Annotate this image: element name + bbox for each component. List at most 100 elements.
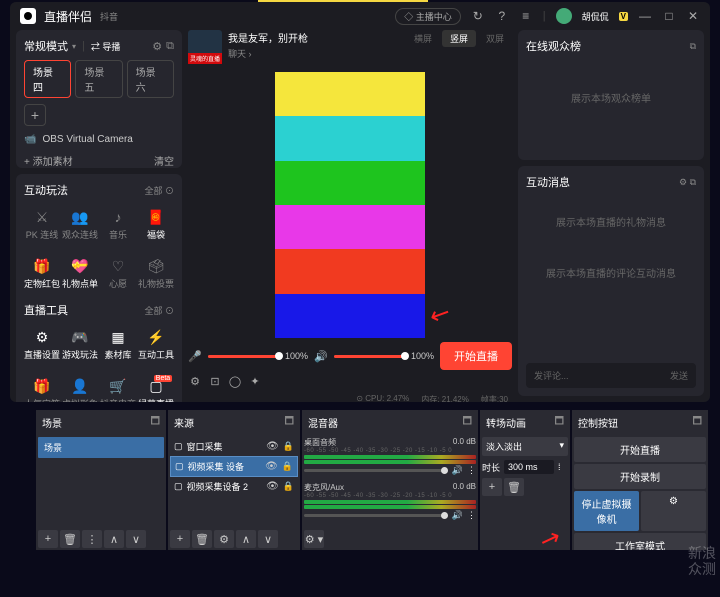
scene-down-btn[interactable]: ∨ [126, 530, 146, 548]
stream-thumbnail[interactable]: 灵魂的直播 [188, 30, 222, 64]
volume-slider[interactable] [334, 355, 405, 358]
messages-settings-icon[interactable]: ⚙ [679, 177, 687, 187]
add-src-btn[interactable]: + [170, 530, 190, 548]
popout-icon[interactable]: ⧉ [166, 40, 174, 53]
mixer-slider[interactable] [304, 514, 448, 517]
add-trans-btn[interactable]: + [482, 478, 502, 496]
grid-item[interactable]: ⚡互动工具 [138, 324, 174, 365]
src-props-btn[interactable]: ⚙ [214, 530, 234, 548]
refresh-icon[interactable]: ↻ [471, 9, 485, 23]
grid-item[interactable]: 🎁人气宝箱 [24, 373, 60, 402]
dock-icon[interactable]: 🗖 [151, 414, 161, 431]
visibility-icon[interactable]: 👁 [266, 481, 279, 492]
scene-tab-5[interactable]: 场景五 [75, 60, 122, 98]
screenshot-icon[interactable]: ⊡ [208, 374, 222, 388]
del-src-btn[interactable]: 🗑 [192, 530, 212, 548]
add-scene-button[interactable]: + [24, 104, 46, 126]
transition-select[interactable]: 淡入淡出▾ [482, 437, 568, 456]
start-stream-button[interactable]: 开始直播 [440, 342, 512, 370]
obs-studio-mode-btn[interactable]: 工作室模式 [574, 533, 706, 550]
orient-portrait[interactable]: 竖屏 [442, 30, 476, 47]
mute-icon[interactable]: 🔊 [452, 465, 463, 476]
grid-item[interactable]: 🗳礼物投票 [138, 253, 174, 294]
record-icon[interactable]: ◯ [228, 374, 242, 388]
dock-icon[interactable]: 🗖 [693, 414, 703, 431]
clear-button[interactable]: 清空 [154, 153, 174, 168]
source-item[interactable]: ▢窗口采集👁🔒 [170, 437, 298, 456]
tools-more-link[interactable]: 全部 ⊙ [144, 304, 174, 317]
obs-stop-virtualcam-btn[interactable]: 停止虚拟摄像机 [574, 491, 639, 531]
settings-icon[interactable]: ⚙ [188, 374, 202, 388]
obs-virtualcam-settings-btn[interactable]: ⚙ [641, 491, 706, 531]
source-item[interactable]: ▢视频采集 设备👁🔒 [170, 456, 298, 477]
src-down-btn[interactable]: ∨ [258, 530, 278, 548]
help-icon[interactable]: ? [495, 9, 509, 23]
close-icon[interactable]: ✕ [686, 9, 700, 23]
dock-icon[interactable]: 🗖 [463, 414, 473, 431]
avatar[interactable] [556, 8, 572, 24]
message-input[interactable]: 发评论... 发送 [526, 363, 696, 388]
grid-item[interactable]: ♪音乐 [100, 204, 136, 245]
orient-landscape[interactable]: 横屏 [406, 30, 440, 47]
menu-icon[interactable]: ≡ [519, 9, 533, 23]
track-settings-icon[interactable]: ⋮ [467, 465, 476, 476]
grid-item[interactable]: 🎁定物红包 [24, 253, 60, 294]
host-center-pill[interactable]: ◇ 主播中心 [395, 8, 461, 25]
track-settings-icon[interactable]: ⋮ [467, 510, 476, 521]
scene-tab-6[interactable]: 场景六 [127, 60, 174, 98]
source-item[interactable]: ▢视频采集设备 2👁🔒 [170, 477, 298, 496]
stream-category[interactable]: 聊天 › [228, 47, 400, 60]
del-scene-btn[interactable]: 🗑 [60, 530, 80, 548]
grid-item[interactable]: ♡心愿 [100, 253, 136, 294]
scene-menu-btn[interactable]: ⋮ [82, 530, 102, 548]
obs-start-record-btn[interactable]: 开始录制 [574, 464, 706, 489]
grid-item[interactable]: 🛒抖音电商 [100, 373, 136, 402]
scene-mode-dropdown[interactable]: 常规模式 [24, 38, 68, 54]
effects-icon[interactable]: ✦ [248, 374, 262, 388]
grid-item[interactable]: Beta▢绿幕直播 [138, 373, 174, 402]
mic-icon[interactable]: 🎤 [188, 349, 202, 363]
dock-icon[interactable]: 🗖 [555, 414, 565, 431]
mixer-slider[interactable] [304, 469, 448, 472]
scene-tab-4[interactable]: 场景四 [24, 60, 71, 98]
mute-icon[interactable]: 🔊 [452, 510, 463, 521]
audience-popout-icon[interactable]: ⧉ [690, 41, 696, 52]
guide-nav-icon[interactable]: ⇄ 导播 [91, 40, 121, 53]
speaker-icon[interactable]: 🔊 [314, 349, 328, 363]
add-scene-btn[interactable]: + [38, 530, 58, 548]
grid-item[interactable]: 💝礼物点单 [62, 253, 98, 294]
obs-dock: 场景🗖 场景 + 🗑 ⋮ ∧ ∨ 来源🗖 ▢窗口采集👁🔒▢视频采集 设备👁🔒▢视… [36, 410, 708, 550]
grid-item[interactable]: 👤虚拟形象 [62, 373, 98, 402]
grid-item[interactable]: ⚙直播设置 [24, 324, 60, 365]
mic-slider[interactable] [208, 355, 279, 358]
visibility-icon[interactable]: 👁 [265, 461, 278, 472]
panel-settings-icon[interactable]: ⚙ [152, 40, 162, 53]
grid-item[interactable]: ⚔PK 连线 [24, 204, 60, 245]
lock-icon[interactable]: 🔒 [283, 441, 294, 452]
grid-item[interactable]: 👥观众连线 [62, 204, 98, 245]
obs-start-stream-btn[interactable]: 开始直播 [574, 437, 706, 462]
del-trans-btn[interactable]: 🗑 [504, 478, 524, 496]
camera-source-row[interactable]: 📹 OBS Virtual Camera [24, 134, 174, 145]
stream-title[interactable]: 我是友军，别开枪 [228, 30, 400, 45]
send-button[interactable]: 发送 [670, 369, 688, 382]
visibility-icon[interactable]: 👁 [266, 441, 279, 452]
grid-item[interactable]: 🎮游戏玩法 [62, 324, 98, 365]
mixer-settings-btn[interactable]: ⚙ ▾ [304, 530, 324, 548]
obs-scene-item[interactable]: 场景 [38, 437, 164, 458]
grid-item[interactable]: ▦素材库 [100, 324, 136, 365]
dock-icon[interactable]: 🗖 [285, 414, 295, 431]
messages-popout-icon[interactable]: ⧉ [690, 177, 696, 187]
grid-item[interactable]: 🧧福袋 [138, 204, 174, 245]
scene-up-btn[interactable]: ∧ [104, 530, 124, 548]
minimize-icon[interactable]: — [638, 9, 652, 23]
lock-icon[interactable]: 🔒 [283, 481, 294, 492]
lock-icon[interactable]: 🔒 [282, 461, 293, 472]
orient-dual[interactable]: 双屏 [478, 30, 512, 47]
add-source-button[interactable]: + 添加素材 [24, 153, 73, 168]
stream-preview[interactable] [275, 72, 425, 338]
interactive-more-link[interactable]: 全部 ⊙ [144, 184, 174, 197]
transition-duration-input[interactable]: 300 ms [504, 460, 554, 474]
src-up-btn[interactable]: ∧ [236, 530, 256, 548]
maximize-icon[interactable]: □ [662, 9, 676, 23]
